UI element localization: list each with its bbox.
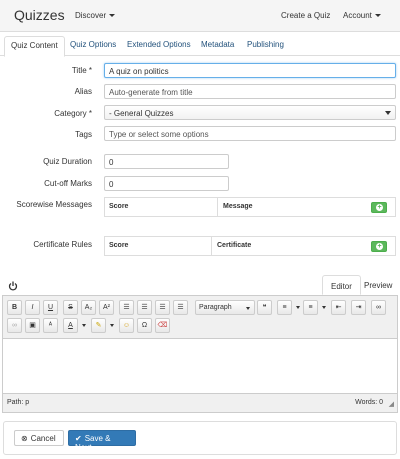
rich-text-editor: B I U S A₂ A² ☰ ☰ ☰ ☰ Paragraph ❝ ≡ ≡ ⇤ … — [2, 295, 398, 413]
account-menu[interactable]: Account — [343, 11, 381, 20]
tab-metadata[interactable]: Metadata — [201, 40, 234, 49]
scorewise-table: Score Message + — [104, 197, 396, 217]
special-char-icon[interactable]: Ω — [137, 318, 152, 333]
align-center-icon[interactable]: ☰ — [137, 300, 152, 315]
subscript-icon[interactable]: A₂ — [81, 300, 96, 315]
cutoff-label: Cut-off Marks — [44, 179, 92, 188]
editor-statusbar: Path: p Words: 0 ◢ — [3, 394, 397, 412]
tags-input[interactable]: Type or select some options — [104, 126, 396, 141]
add-scorewise-button[interactable]: + — [371, 202, 387, 213]
scorewise-score-header: Score — [109, 203, 129, 210]
align-justify-icon[interactable]: ☰ — [173, 300, 188, 315]
link-icon[interactable]: ∞ — [371, 300, 386, 315]
create-quiz-link[interactable]: Create a Quiz — [281, 11, 330, 20]
chevron-down-icon — [109, 14, 116, 17]
alias-input[interactable]: Auto-generate from title — [104, 84, 396, 99]
resize-handle-icon[interactable]: ◢ — [389, 400, 394, 408]
chevron-down-icon — [246, 307, 250, 310]
chevron-down-icon[interactable] — [322, 306, 326, 309]
power-icon[interactable] — [8, 281, 18, 291]
duration-label: Quiz Duration — [43, 157, 92, 166]
quiz-tabs: Quiz Content Quiz Options Extended Optio… — [0, 36, 400, 57]
cancel-button[interactable]: ⊗ Cancel — [14, 430, 64, 446]
discover-label: Discover — [75, 11, 107, 20]
chevron-down-icon[interactable] — [110, 324, 114, 327]
outdent-icon[interactable]: ⇤ — [331, 300, 346, 315]
format-select-value: Paragraph — [199, 304, 232, 311]
cert-certificate-header: Certificate — [217, 242, 252, 249]
editor-tabs: Editor Preview — [322, 275, 398, 295]
align-right-icon[interactable]: ☰ — [155, 300, 170, 315]
category-value: - General Quizzes — [109, 109, 174, 118]
superscript-icon[interactable]: A² — [99, 300, 114, 315]
check-icon: ✔ — [75, 434, 82, 443]
indent-icon[interactable]: ⇥ — [351, 300, 366, 315]
tab-publishing[interactable]: Publishing — [247, 40, 284, 49]
cutoff-input[interactable]: 0 — [104, 176, 229, 191]
tags-placeholder: Type or select some options — [109, 130, 209, 139]
close-circle-icon: ⊗ — [21, 434, 28, 443]
duration-input[interactable]: 0 — [104, 154, 229, 169]
tab-quiz-options[interactable]: Quiz Options — [70, 40, 116, 49]
scorewise-label: Scorewise Messages — [16, 200, 92, 209]
title-input[interactable]: A quiz on politics — [104, 63, 396, 78]
chevron-down-icon[interactable] — [82, 324, 86, 327]
align-left-icon[interactable]: ☰ — [119, 300, 134, 315]
certificate-table: Score Certificate + — [104, 236, 396, 256]
column-divider — [217, 198, 218, 216]
unlink-icon[interactable]: ∞ — [7, 318, 22, 333]
bulleted-list-icon[interactable]: ≡ — [303, 300, 318, 315]
column-divider — [211, 237, 212, 255]
chevron-down-icon — [374, 14, 381, 17]
alias-placeholder: Auto-generate from title — [109, 88, 193, 97]
add-certificate-button[interactable]: + — [371, 241, 387, 252]
strikethrough-icon[interactable]: S — [63, 300, 78, 315]
save-next-button[interactable]: ✔ Save & Next — [68, 430, 136, 452]
brand-title[interactable]: Quizzes — [14, 7, 65, 23]
plus-icon: + — [376, 243, 383, 250]
top-navbar: Quizzes Discover Create a Quiz Account — [0, 0, 400, 32]
text-color-icon[interactable]: A — [63, 318, 78, 333]
tab-extended-options[interactable]: Extended Options — [127, 40, 191, 49]
alias-label: Alias — [74, 87, 92, 96]
title-label: Title * — [71, 66, 92, 75]
numbered-list-icon[interactable]: ≡ — [277, 300, 292, 315]
chevron-down-icon — [385, 111, 391, 115]
bold-icon[interactable]: B — [7, 300, 22, 315]
plus-icon: + — [376, 204, 383, 211]
cert-label: Certificate Rules — [33, 240, 92, 249]
account-label: Account — [343, 11, 372, 20]
image-icon[interactable]: ▣ — [25, 318, 40, 333]
tags-label: Tags — [75, 130, 92, 139]
category-label: Category * — [54, 109, 92, 118]
format-select[interactable]: Paragraph — [195, 300, 255, 315]
path-indicator: Path: p — [7, 399, 30, 406]
tab-quiz-content[interactable]: Quiz Content — [4, 36, 65, 57]
italic-icon[interactable]: I — [25, 300, 40, 315]
cancel-label: Cancel — [30, 434, 56, 443]
emoji-icon[interactable]: ☺ — [119, 318, 134, 333]
editor-content-area[interactable] — [3, 338, 397, 394]
scorewise-message-header: Message — [223, 203, 253, 210]
blockquote-icon[interactable]: ❝ — [257, 300, 272, 315]
word-count: Words: 0 — [355, 399, 383, 406]
underline-icon[interactable]: U — [43, 300, 58, 315]
tab-preview[interactable]: Preview — [356, 275, 400, 295]
category-select[interactable]: - General Quizzes — [104, 105, 396, 120]
form-footer: ⊗ Cancel ✔ Save & Next — [3, 421, 397, 455]
highlight-icon[interactable]: ✎ — [91, 318, 106, 333]
discover-menu[interactable]: Discover — [75, 11, 116, 20]
eraser-icon[interactable]: ⌫ — [155, 318, 170, 333]
cert-score-header: Score — [109, 242, 129, 249]
spellcheck-icon[interactable]: ᴬ — [43, 318, 58, 333]
chevron-down-icon[interactable] — [296, 306, 300, 309]
